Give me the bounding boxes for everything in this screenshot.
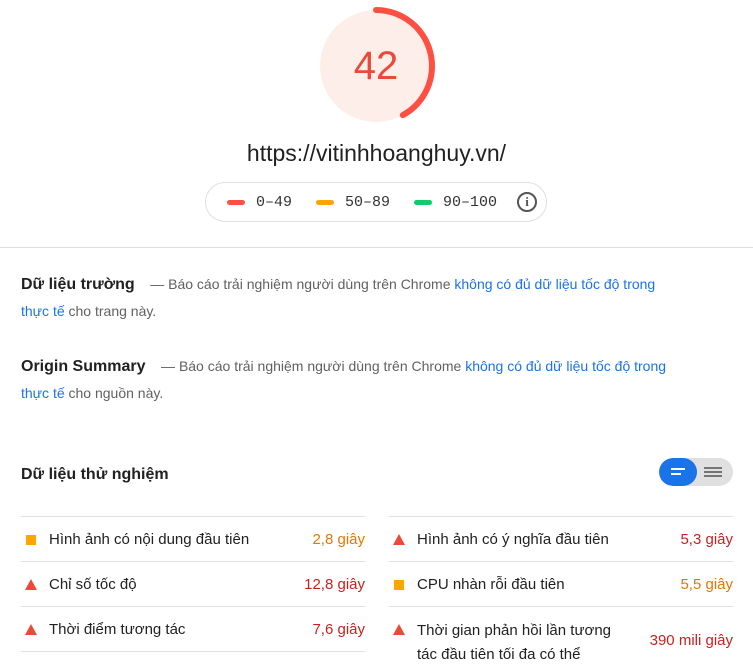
fail-triangle-icon [393, 624, 405, 635]
origin-summary-text-after: cho nguồn này. [64, 385, 164, 401]
legend-pass-swatch [414, 199, 433, 205]
origin-summary-title: Origin Summary [21, 358, 146, 375]
origin-summary-dash: — [161, 358, 176, 374]
metrics-left-column: Hình ảnh có nội dung đầu tiên 2,8 giây C… [21, 516, 365, 652]
section-divider [0, 247, 753, 248]
origin-summary-section: Origin Summary — Báo cáo trải nghiệm ngư… [21, 353, 671, 406]
metric-name: Chỉ số tốc độ [49, 576, 137, 593]
metric-name: Thời gian phản hồi lần tương tác đầu tiê… [417, 622, 612, 663]
metric-value: 2,8 giây [312, 531, 365, 548]
legend-fail-swatch [227, 199, 245, 205]
legend-fail-label: 0–49 [256, 193, 293, 211]
metric-name: Hình ảnh có ý nghĩa đầu tiên [417, 531, 609, 548]
metric-row: Hình ảnh có nội dung đầu tiên 2,8 giây [21, 516, 365, 561]
metric-value: 5,5 giây [680, 576, 733, 593]
compact-view-button[interactable] [659, 458, 697, 486]
metric-row: Hình ảnh có ý nghĩa đầu tiên 5,3 giây [389, 516, 733, 561]
legend-average-label: 50–89 [345, 193, 391, 211]
info-icon[interactable]: i [517, 192, 537, 212]
field-data-dash: — [150, 276, 165, 292]
metric-value: 5,3 giây [680, 531, 733, 548]
fail-triangle-icon [25, 624, 37, 635]
metric-row: Chỉ số tốc độ 12,8 giây [21, 561, 365, 606]
metric-row: Thời điểm tương tác 7,6 giây [21, 606, 365, 652]
lab-data-title: Dữ liệu thử nghiệm [21, 466, 169, 483]
fail-triangle-icon [25, 579, 37, 590]
fail-triangle-icon [393, 534, 405, 545]
score-legend: 0–49 50–89 90–100 i [205, 182, 547, 222]
average-square-icon [26, 535, 36, 545]
average-square-icon [394, 580, 404, 590]
metric-name: Thời điểm tương tác [49, 621, 186, 638]
view-toggle[interactable] [659, 458, 733, 486]
origin-summary-text: Báo cáo trải nghiệm người dùng trên Chro… [178, 358, 466, 374]
metric-value: 12,8 giây [304, 576, 365, 593]
legend-item-fail: 0–49 [227, 194, 292, 211]
field-data-section: Dữ liệu trường — Báo cáo trải nghiệm ngư… [21, 271, 681, 324]
metric-value: 7,6 giây [312, 621, 365, 638]
legend-pass-label: 90–100 [443, 193, 498, 211]
field-data-text: Báo cáo trải nghiệm người dùng trên Chro… [168, 276, 455, 292]
metric-row: Thời gian phản hồi lần tương tác đầu tiê… [389, 606, 733, 666]
metric-name: Hình ảnh có nội dung đầu tiên [49, 531, 250, 548]
legend-average-swatch [316, 199, 335, 205]
metric-row: CPU nhàn rỗi đầu tiên 5,5 giây [389, 561, 733, 606]
metric-name: CPU nhàn rỗi đầu tiên [417, 576, 565, 593]
field-data-title: Dữ liệu trường [21, 276, 135, 293]
performance-score-gauge: 42 [316, 6, 436, 126]
metric-value: 390 mili giây [649, 632, 733, 649]
performance-score-value: 42 [353, 43, 399, 88]
legend-item-average: 50–89 [316, 194, 390, 211]
metrics-right-column: Hình ảnh có ý nghĩa đầu tiên 5,3 giây CP… [389, 516, 733, 666]
legend-item-pass: 90–100 [414, 194, 497, 211]
analyzed-url: https://vitinhhoanghuy.vn/ [246, 140, 507, 166]
field-data-text-after: cho trang này. [64, 303, 157, 319]
